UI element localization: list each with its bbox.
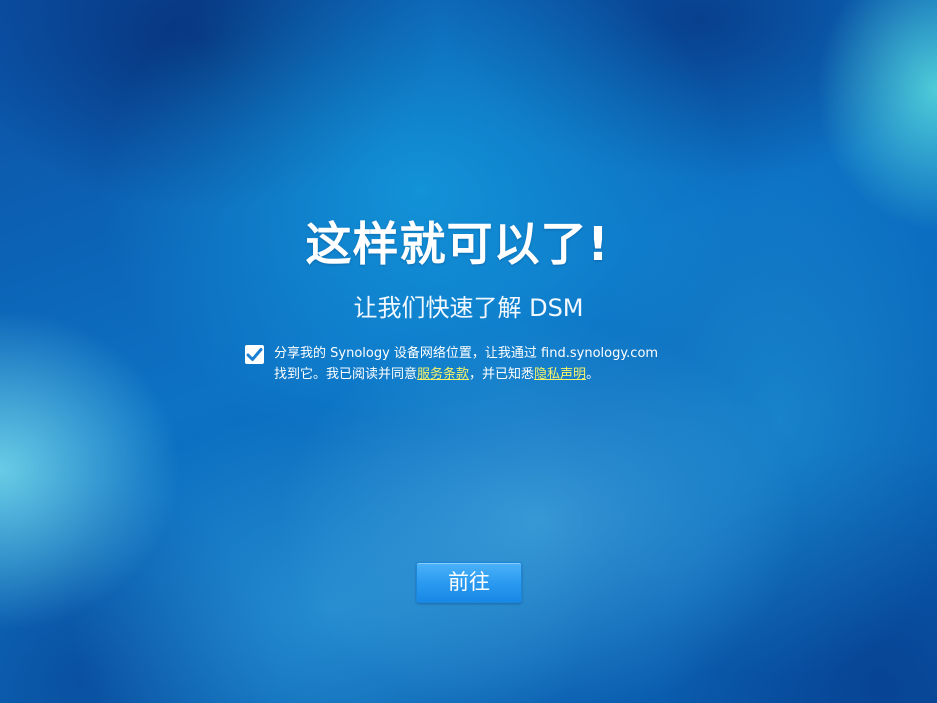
consent-text-end: 。 [586,367,600,382]
next-button[interactable]: 前往 [416,562,522,603]
terms-of-service-link[interactable]: 服务条款 [417,367,469,382]
consent-text-line1: 分享我的 Synology 设备网络位置，让我通过 find.synology.… [274,346,659,361]
consent-text-prefix: 找到它。我已阅读并同意 [274,367,418,382]
welcome-screen: 这样就可以了! 让我们快速了解 DSM 分享我的 Synology 设备网络位置… [0,0,937,703]
page-subtitle: 让我们快速了解 DSM [353,294,584,322]
consent-text-middle: ，并已知悉 [469,367,535,382]
page-title: 这样就可以了! [305,217,610,271]
consent-text: 分享我的 Synology 设备网络位置，让我通过 find.synology.… [274,343,714,385]
checkmark-icon [246,348,263,361]
share-location-checkbox[interactable] [245,345,264,364]
privacy-statement-link[interactable]: 隐私声明 [534,367,586,382]
